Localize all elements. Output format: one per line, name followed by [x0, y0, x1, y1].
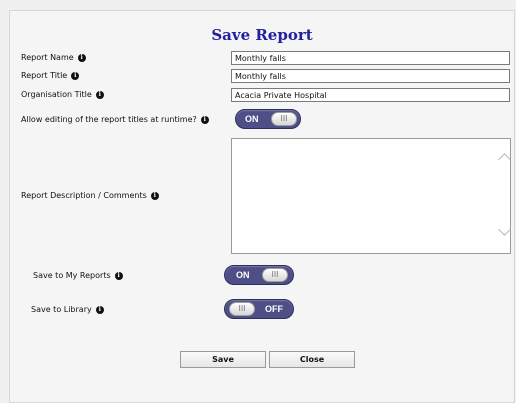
info-icon[interactable]: i [114, 271, 123, 280]
save-button[interactable]: Save [180, 351, 266, 368]
allow-editing-label-text: Allow editing of the report titles at ru… [21, 115, 197, 124]
dialog-title: Save Report [211, 26, 313, 44]
info-icon[interactable]: i [95, 305, 104, 314]
toggle-state-label: ON [236, 270, 250, 280]
toggle-state-label: ON [245, 114, 259, 124]
info-icon[interactable]: i [71, 71, 80, 80]
info-icon[interactable]: i [95, 90, 104, 99]
info-icon[interactable]: i [200, 115, 209, 124]
organisation-title-input[interactable] [231, 88, 510, 102]
report-title-label: Report Title i [21, 71, 80, 80]
save-my-reports-toggle[interactable]: ON III [224, 265, 294, 285]
description-textarea[interactable] [231, 138, 511, 254]
toggle-knob[interactable]: III [262, 268, 288, 282]
save-my-reports-label: Save to My Reports i [33, 271, 123, 280]
toggle-knob[interactable]: III [271, 112, 297, 126]
toggle-state-label: OFF [265, 304, 283, 314]
description-label: Report Description / Comments i [21, 191, 159, 200]
info-icon[interactable]: i [77, 53, 86, 62]
organisation-title-label-text: Organisation Title [21, 90, 92, 99]
close-button[interactable]: Close [269, 351, 355, 368]
info-icon[interactable]: i [150, 191, 159, 200]
toggle-knob[interactable]: III [229, 302, 255, 316]
report-title-input[interactable] [231, 69, 510, 83]
save-library-toggle[interactable]: III OFF [224, 299, 294, 319]
description-label-text: Report Description / Comments [21, 191, 147, 200]
save-library-label: Save to Library i [31, 305, 104, 314]
allow-editing-toggle[interactable]: ON III [235, 109, 301, 129]
save-my-reports-label-text: Save to My Reports [33, 271, 111, 280]
save-library-label-text: Save to Library [31, 305, 92, 314]
report-title-label-text: Report Title [21, 71, 68, 80]
allow-editing-label: Allow editing of the report titles at ru… [21, 115, 209, 124]
report-name-label: Report Name i [21, 53, 86, 62]
report-name-label-text: Report Name [21, 53, 74, 62]
organisation-title-label: Organisation Title i [21, 90, 104, 99]
report-name-input[interactable] [231, 51, 510, 65]
